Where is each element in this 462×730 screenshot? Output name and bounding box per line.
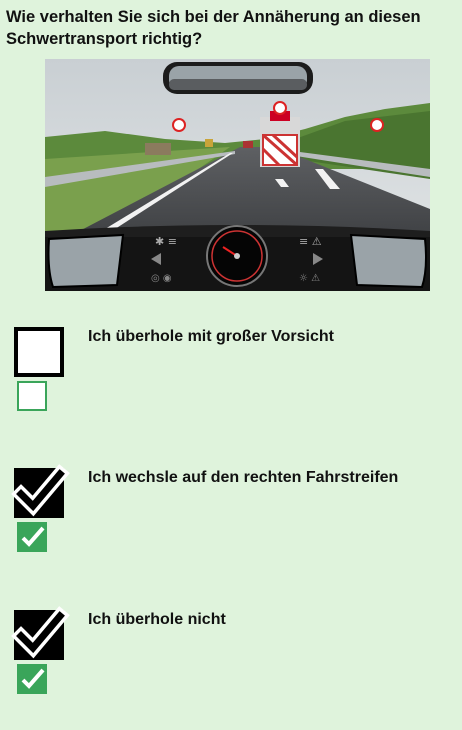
checkmark-icon <box>21 526 45 547</box>
checkmark-icon <box>11 464 70 517</box>
answer-checkbox-large[interactable] <box>11 464 70 518</box>
answer-label: Ich wechsle auf den rechten Fahrstreifen <box>88 469 399 486</box>
svg-text:≡ ⚠: ≡ ⚠ <box>299 235 322 248</box>
answer-label: Ich überhole nicht <box>88 611 226 628</box>
answer-checkbox-small[interactable] <box>17 664 47 694</box>
answer-checkbox-small[interactable] <box>17 522 47 552</box>
answer-checkbox-large[interactable] <box>14 327 64 377</box>
question-image: ✱ ≡ ◎ ◉ ≡ ⚠ ☼ ⚠ <box>45 59 430 291</box>
answer-checkbox-large[interactable] <box>11 606 70 660</box>
checkmark-icon <box>21 668 45 689</box>
svg-text:☼ ⚠: ☼ ⚠ <box>299 273 320 284</box>
checkmark-icon <box>11 606 70 659</box>
svg-text:◎ ◉: ◎ ◉ <box>151 273 172 284</box>
answer-option-2[interactable]: Ich wechsle auf den rechten Fahrstreifen <box>0 464 462 588</box>
answer-label: Ich überhole mit großer Vorsicht <box>88 328 334 345</box>
svg-text:✱ ≡: ✱ ≡ <box>155 235 177 248</box>
answer-option-1[interactable]: Ich überhole mit großer Vorsicht <box>0 327 462 447</box>
question-text: Wie verhalten Sie sich bei der Annäherun… <box>6 8 421 48</box>
answer-checkbox-small[interactable] <box>17 381 47 411</box>
answer-option-3[interactable]: Ich überhole nicht <box>0 606 462 730</box>
